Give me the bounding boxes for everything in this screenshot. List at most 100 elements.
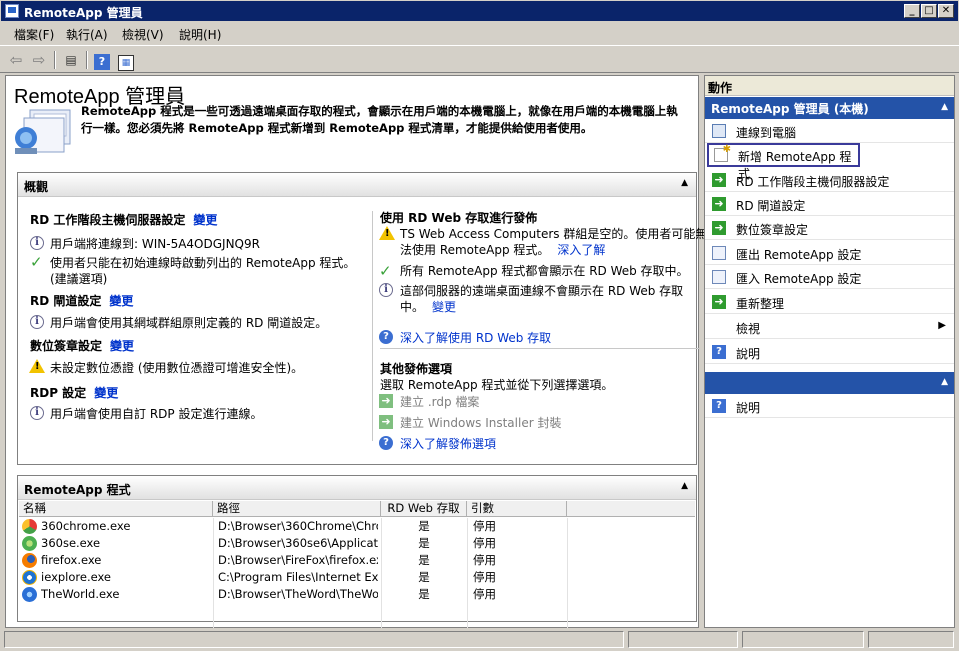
row-name: iexplore.exe (41, 570, 112, 584)
action-label: 重新整理 (736, 297, 785, 311)
cert-change-link[interactable]: 變更 (110, 339, 134, 353)
learn-publish-options-link[interactable]: 深入了解發佈選項 (400, 435, 496, 452)
info-icon: i (30, 236, 44, 250)
overview-header[interactable]: 概觀 ▲ (18, 173, 696, 197)
action-rdsh-settings[interactable]: ➜ RD 工作階段主機伺服器設定 (705, 168, 954, 192)
table-body: 360chrome.exe D:\Browser\360Chrome\Chro.… (19, 518, 695, 635)
gateway-settings-title: RD 閘道設定 變更 (30, 294, 134, 308)
table-row[interactable]: 360se.exe D:\Browser\360se6\Applicati...… (19, 535, 695, 552)
window-title: RemoteApp 管理員 (24, 6, 143, 20)
rdsh-change-link[interactable]: 變更 (193, 213, 217, 227)
action-view[interactable]: 檢視 ▶ (705, 315, 954, 339)
menu-view[interactable]: 檢視(V) (122, 26, 164, 43)
action-cert-settings[interactable]: ➜ 數位簽章設定 (705, 216, 954, 240)
learn-web-access-link[interactable]: 深入了解使用 RD Web 存取 (400, 329, 551, 346)
actions-section-remoteapp[interactable]: RemoteApp 管理員 (本機) ▲ (705, 97, 954, 119)
web-ok-line: 所有 RemoteApp 程式都會顯示在 RD Web 存取中。 (400, 264, 689, 278)
column-header-name[interactable]: 名稱 (19, 501, 213, 517)
actions-section-2[interactable]: ▲ (705, 372, 954, 394)
rdp-change-link[interactable]: 變更 (94, 386, 118, 400)
table-row[interactable]: TheWorld.exe D:\Browser\TheWord\TheWo...… (19, 586, 695, 603)
check-icon: ✓ (379, 262, 392, 280)
web-info-line2: 中。 變更 (400, 300, 457, 314)
programs-header[interactable]: RemoteApp 程式 ▲ (18, 476, 696, 500)
forward-icon[interactable]: ⇨ (29, 50, 49, 70)
menu-bar: 檔案(F) 執行(A) 檢視(V) 說明(H) (0, 22, 959, 44)
action-export[interactable]: 匯出 RemoteApp 設定 (705, 241, 954, 265)
toolbar-separator (86, 51, 88, 69)
ie-icon (22, 570, 37, 585)
collapse-icon[interactable]: ▲ (941, 377, 948, 387)
row-path: D:\Browser\TheWord\TheWo... (218, 587, 378, 601)
table-row[interactable]: iexplore.exe C:\Program Files\Internet E… (19, 569, 695, 586)
web-info-line1: 這部伺服器的遠端桌面連線不會顯示在 RD Web 存取 (400, 284, 684, 298)
create-msi-link[interactable]: 建立 Windows Installer 封裝 (400, 414, 561, 431)
action-connect[interactable]: 連線到電腦 (705, 119, 954, 143)
minimize-button[interactable]: _ (904, 4, 920, 18)
action-pane-icon[interactable]: ▦ (116, 50, 136, 71)
import-icon (712, 270, 726, 284)
programs-title: RemoteApp 程式 (24, 483, 131, 497)
collapse-icon[interactable]: ▲ (681, 178, 688, 188)
close-button[interactable]: ✕ (938, 4, 954, 18)
create-rdp-file-link[interactable]: 建立 .rdp 檔案 (400, 393, 479, 410)
actions-header: 動作 (705, 76, 954, 96)
collapse-icon[interactable]: ▲ (941, 102, 948, 112)
row-path: D:\Browser\360se6\Applicati... (218, 536, 378, 550)
row-web: 是 (418, 553, 430, 567)
column-header-args[interactable]: 引數 (467, 501, 567, 517)
table-row[interactable]: 360chrome.exe D:\Browser\360Chrome\Chro.… (19, 518, 695, 535)
info-icon: i (30, 315, 44, 329)
green-arrow-icon: ➜ (712, 173, 726, 187)
warning-icon (29, 359, 45, 373)
action-label: 匯入 RemoteApp 設定 (736, 272, 862, 286)
title-bar: RemoteApp 管理員 _ □ ✕ (0, 0, 959, 22)
collapse-icon[interactable]: ▲ (681, 481, 688, 491)
gateway-change-link[interactable]: 變更 (109, 294, 133, 308)
column-divider (372, 211, 373, 441)
status-bar (0, 628, 959, 651)
overview-title: 概觀 (24, 180, 49, 194)
submenu-arrow-icon: ▶ (938, 320, 946, 331)
action-help[interactable]: ? 說明 (705, 340, 954, 364)
info-icon: i (30, 406, 44, 420)
maximize-button[interactable]: □ (921, 4, 937, 18)
learn-more-link[interactable]: 深入了解 (557, 243, 605, 257)
column-header-web[interactable]: RD Web 存取 (381, 501, 467, 517)
action-label: RD 工作階段主機伺服器設定 (736, 175, 890, 189)
action-add-remoteapp[interactable]: 新增 RemoteApp 程式 (707, 143, 860, 181)
other-publish-desc: 選取 RemoteApp 程式並從下列選擇選項。 (380, 378, 614, 392)
row-args: 停用 (473, 587, 496, 601)
show-hide-tree-icon[interactable]: ▤ (61, 50, 81, 70)
programs-table: 名稱 路徑 RD Web 存取 引數 360chrome.exe D:\Brow… (19, 501, 695, 635)
menu-file[interactable]: 檔案(F) (14, 26, 54, 43)
back-icon[interactable]: ⇦ (6, 50, 26, 70)
action-gateway-settings[interactable]: ➜ RD 閘道設定 (705, 192, 954, 216)
refresh-icon: ➜ (712, 295, 726, 309)
menu-help[interactable]: 說明(H) (179, 26, 221, 43)
green-arrow-icon: ➜ (379, 394, 393, 408)
new-program-icon (714, 144, 731, 162)
menu-action[interactable]: 執行(A) (66, 26, 108, 43)
action-label: 說明 (736, 401, 761, 415)
rdsh-settings-title: RD 工作階段主機伺服器設定 變更 (30, 213, 218, 227)
row-web: 是 (418, 587, 430, 601)
row-name: TheWorld.exe (41, 587, 120, 601)
column-header-path[interactable]: 路徑 (213, 501, 381, 517)
section-divider (380, 348, 700, 349)
help-icon: ? (379, 330, 393, 344)
row-web: 是 (418, 519, 430, 533)
status-segment (4, 631, 624, 648)
table-header: 名稱 路徑 RD Web 存取 引數 (19, 501, 695, 517)
action-help-2[interactable]: ? 說明 (705, 394, 954, 418)
web-warn-line1: TS Web Access Computers 群組是空的。使用者可能無 (400, 227, 708, 241)
row-args: 停用 (473, 553, 496, 567)
web-change-link[interactable]: 變更 (432, 300, 456, 314)
action-label: 數位簽章設定 (736, 223, 809, 237)
help-icon[interactable]: ? (92, 50, 112, 70)
action-import[interactable]: 匯入 RemoteApp 設定 (705, 265, 954, 289)
action-refresh[interactable]: ➜ 重新整理 (705, 290, 954, 314)
rdp-line: 用戶端會使用自訂 RDP 設定進行連線。 (50, 407, 263, 421)
table-row[interactable]: firefox.exe D:\Browser\FireFox\firefox.e… (19, 552, 695, 569)
row-name: 360chrome.exe (41, 519, 131, 533)
